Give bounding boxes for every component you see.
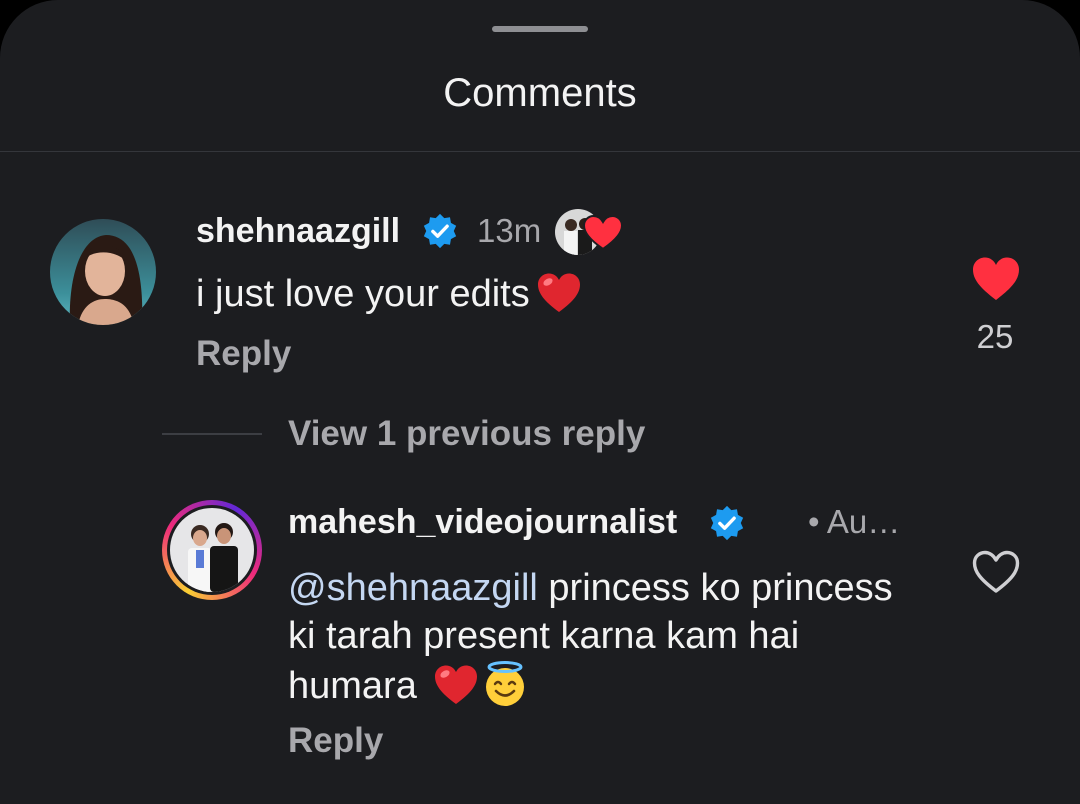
comments-sheet: Comments shehnaazgill 13m i just love yo…: [0, 0, 1080, 804]
avatar[interactable]: [170, 508, 254, 592]
reply-button[interactable]: Reply: [196, 333, 291, 375]
heart-icon: [583, 215, 623, 251]
sheet-title: Comments: [443, 71, 637, 115]
comment-body: i just love your edits: [196, 270, 582, 318]
heart-outline-icon[interactable]: [971, 549, 1021, 595]
verified-badge-icon: [423, 213, 457, 249]
reply-button[interactable]: Reply: [288, 720, 383, 762]
reply-body: @shehnaazgill princess ko princess ki ta…: [288, 564, 928, 710]
red-heart-emoji: [435, 665, 478, 704]
reply-timestamp: • Au…: [808, 503, 901, 540]
comment-timestamp: 13m: [477, 212, 542, 249]
comment-username[interactable]: shehnaazgill: [196, 211, 400, 251]
header-divider: [0, 151, 1080, 152]
view-previous-replies-button[interactable]: View 1 previous reply: [288, 413, 645, 455]
verified-badge-icon: [710, 505, 744, 541]
liked-by-creator-badge: [553, 207, 625, 257]
red-heart-emoji: [537, 273, 580, 312]
mention-link[interactable]: @shehnaazgill: [288, 567, 538, 609]
thread-line: [162, 433, 262, 435]
drag-handle[interactable]: [492, 26, 588, 32]
smiling-face-with-halo-emoji: [486, 661, 525, 706]
heart-filled-icon[interactable]: [971, 256, 1021, 302]
avatar[interactable]: [50, 219, 156, 325]
like-count: 25: [976, 318, 1014, 355]
reply-username[interactable]: mahesh_videojournalist: [288, 502, 677, 542]
comment-text: i just love your edits: [196, 273, 530, 315]
